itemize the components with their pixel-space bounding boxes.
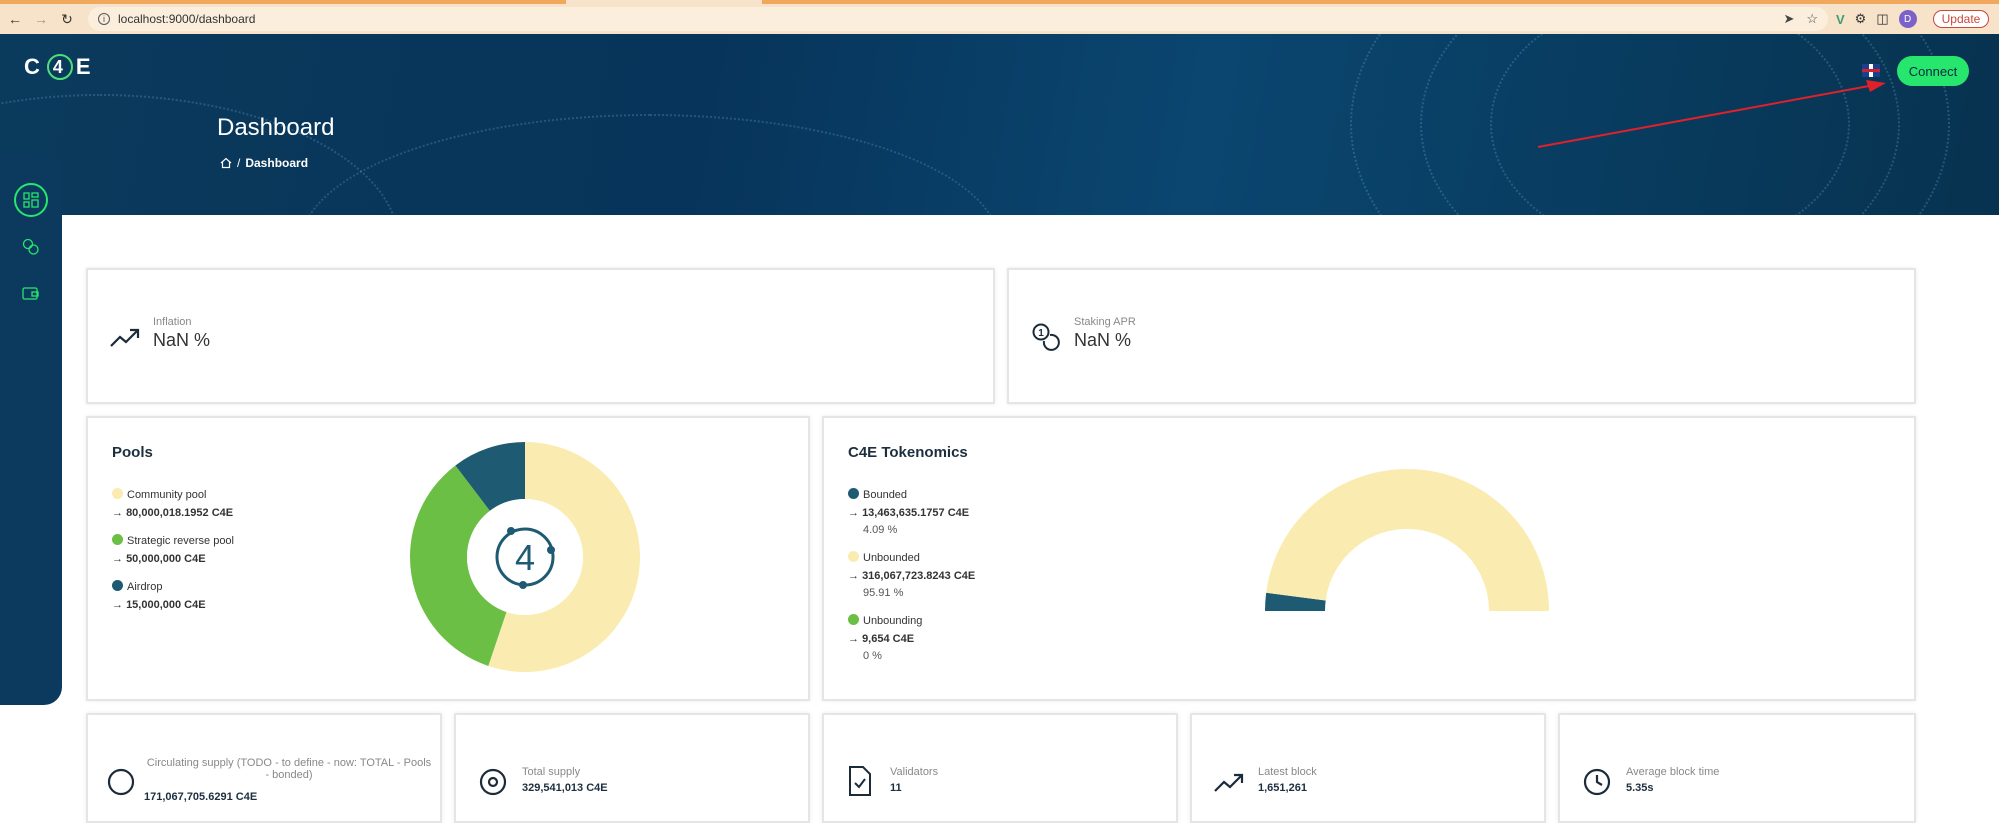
wallet-icon xyxy=(22,287,39,300)
legend-name: Unbounded xyxy=(863,552,920,564)
legend-name: Strategic reverse pool xyxy=(127,535,234,547)
legend-dot xyxy=(848,551,859,562)
circulating-supply-label: Circulating supply (TODO - to define - n… xyxy=(146,757,432,781)
staking-coins-icon xyxy=(22,238,39,255)
pools-card: Pools Community pool → 80,000,018.1952 C… xyxy=(86,416,810,701)
legend-value: 13,463,635.1757 C4E xyxy=(862,507,970,519)
svg-text:1: 1 xyxy=(1038,328,1044,339)
trending-up-icon xyxy=(1214,773,1244,792)
clock-icon xyxy=(1583,768,1611,796)
legend-dot xyxy=(848,614,859,625)
tokenomics-half-donut-chart xyxy=(1265,469,1549,611)
sidebar-item-wallet[interactable] xyxy=(14,276,48,310)
svg-text:4: 4 xyxy=(515,537,535,578)
trending-up-icon xyxy=(110,328,140,347)
header-banner: C4E Connect Dashboard / Dashboard xyxy=(0,34,1999,215)
annotation-arrow xyxy=(1537,80,1886,148)
sidebar-item-staking[interactable] xyxy=(14,230,48,264)
circulating-supply-value: 171,067,705.6291 C4E xyxy=(144,791,258,803)
average-block-time-label: Average block time xyxy=(1626,766,1720,778)
url-text: localhost:9000/dashboard xyxy=(118,12,256,26)
tokenomics-card: C4E Tokenomics Bounded → 13,463,635.1757… xyxy=(822,416,1916,701)
legend-value: 15,000,000 C4E xyxy=(126,599,206,611)
document-check-icon xyxy=(849,766,871,796)
legend-dot xyxy=(848,488,859,499)
profile-avatar[interactable]: D xyxy=(1898,10,1917,28)
bookmark-star-icon[interactable]: ☆ xyxy=(1806,11,1818,27)
legend-item-unbounding: Unbounding → 9,654 C4E 0 % xyxy=(848,614,923,662)
legend-value: 316,067,723.8243 C4E xyxy=(862,570,976,582)
staking-apr-card: 1 Staking APR NaN % xyxy=(1007,268,1916,404)
reload-icon[interactable]: ↻ xyxy=(56,8,78,30)
half-donut-slice-unbounded[interactable] xyxy=(1266,469,1549,611)
sidebar-item-dashboard[interactable] xyxy=(14,183,48,217)
total-supply-label: Total supply xyxy=(522,766,581,778)
circle-icon xyxy=(107,768,135,796)
legend-dot xyxy=(112,580,123,591)
browser-update-button[interactable]: Update xyxy=(1932,10,1990,28)
validators-card: Validators 11 xyxy=(822,713,1178,823)
extensions-puzzle-icon[interactable]: ⚙ xyxy=(1855,11,1867,27)
target-icon xyxy=(479,768,507,796)
legend-dot xyxy=(112,534,123,545)
forward-arrow-icon[interactable]: → xyxy=(30,8,52,30)
send-icon[interactable]: ➤ xyxy=(1783,11,1794,27)
circulating-supply-card: Circulating supply (TODO - to define - n… xyxy=(86,713,442,823)
pools-title: Pools xyxy=(112,444,153,461)
side-panel-icon[interactable]: ◫ xyxy=(1876,11,1888,27)
inflation-card: Inflation NaN % xyxy=(86,268,995,404)
staking-apr-label: Staking APR xyxy=(1074,316,1136,328)
latest-block-value: 1,651,261 xyxy=(1258,782,1307,794)
staking-apr-value: NaN % xyxy=(1074,330,1132,350)
legend-item-airdrop: Airdrop → 15,000,000 C4E xyxy=(112,580,206,611)
legend-item-community-pool: Community pool → 80,000,018.1952 C4E xyxy=(112,488,234,519)
average-block-time-value: 5.35s xyxy=(1626,782,1654,794)
legend-value: 80,000,018.1952 C4E xyxy=(126,507,234,519)
address-bar[interactable]: i localhost:9000/dashboard ➤ ☆ xyxy=(88,7,1828,31)
tokenomics-title: C4E Tokenomics xyxy=(848,444,968,461)
browser-toolbar: ← → ↻ i localhost:9000/dashboard ➤ ☆ V ⚙… xyxy=(0,4,1999,34)
back-arrow-icon[interactable]: ← xyxy=(4,8,26,30)
legend-item-strategic-reverse-pool: Strategic reverse pool → 50,000,000 C4E xyxy=(112,534,234,565)
validators-value: 11 xyxy=(890,782,902,794)
coins-icon: 1 xyxy=(1032,323,1060,351)
legend-name: Community pool xyxy=(127,489,207,501)
legend-value: 9,654 C4E xyxy=(862,633,915,645)
legend-percent: 95.91 % xyxy=(863,587,904,599)
inflation-value: NaN % xyxy=(153,330,211,350)
legend-name: Airdrop xyxy=(127,581,163,593)
legend-percent: 0 % xyxy=(863,650,882,662)
total-supply-card: Total supply 329,541,013 C4E xyxy=(454,713,810,823)
average-block-time-card: Average block time 5.35s xyxy=(1558,713,1916,823)
latest-block-label: Latest block xyxy=(1258,766,1317,778)
sidebar xyxy=(0,155,62,705)
vue-devtools-icon[interactable]: V xyxy=(1836,12,1845,27)
legend-item-bounded: Bounded → 13,463,635.1757 C4E 4.09 % xyxy=(848,488,970,536)
legend-value: 50,000,000 C4E xyxy=(126,553,206,565)
legend-name: Bounded xyxy=(863,489,908,501)
validators-label: Validators xyxy=(890,766,939,778)
latest-block-card: Latest block 1,651,261 xyxy=(1190,713,1546,823)
inflation-label: Inflation xyxy=(153,316,192,328)
legend-dot xyxy=(112,488,123,499)
legend-item-unbounded: Unbounded → 316,067,723.8243 C4E 95.91 % xyxy=(848,551,976,599)
legend-name: Unbounding xyxy=(863,615,923,627)
pools-donut-chart: 4 xyxy=(410,442,640,672)
legend-percent: 4.09 % xyxy=(863,524,898,536)
total-supply-value: 329,541,013 C4E xyxy=(522,782,608,794)
site-info-icon[interactable]: i xyxy=(98,13,110,25)
dashboard-grid-icon xyxy=(23,192,39,208)
